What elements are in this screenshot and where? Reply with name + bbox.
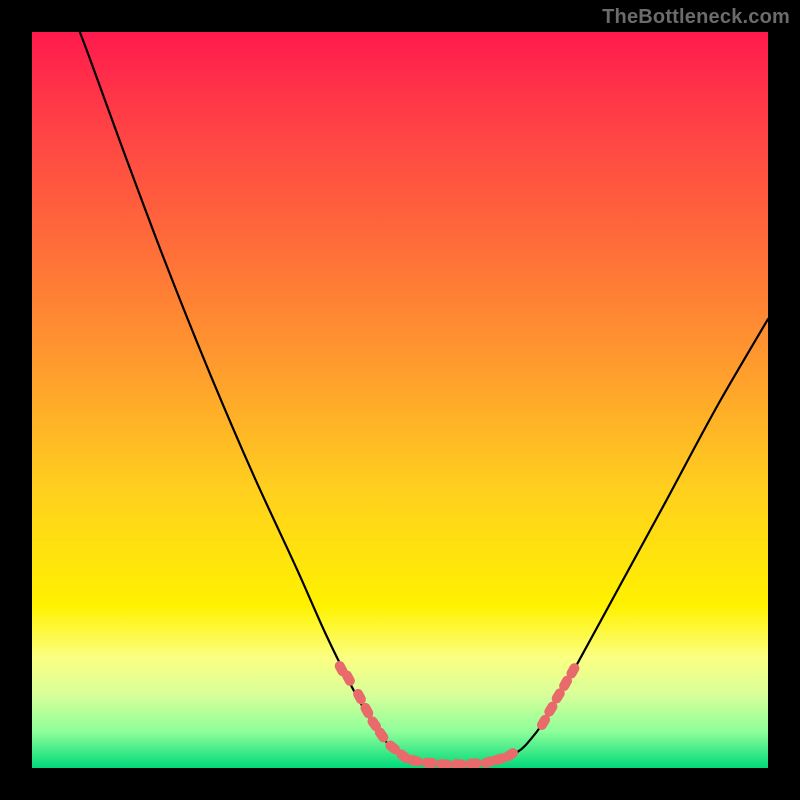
watermark-text: TheBottleneck.com [602, 6, 790, 29]
curve-markers [333, 659, 581, 768]
data-marker [465, 758, 482, 768]
chart-svg [32, 32, 768, 768]
chart-frame: TheBottleneck.com [0, 0, 800, 800]
data-marker [436, 759, 453, 768]
data-marker [451, 759, 468, 768]
data-marker [421, 757, 438, 768]
curve-line [80, 32, 768, 765]
plot-area [32, 32, 768, 768]
